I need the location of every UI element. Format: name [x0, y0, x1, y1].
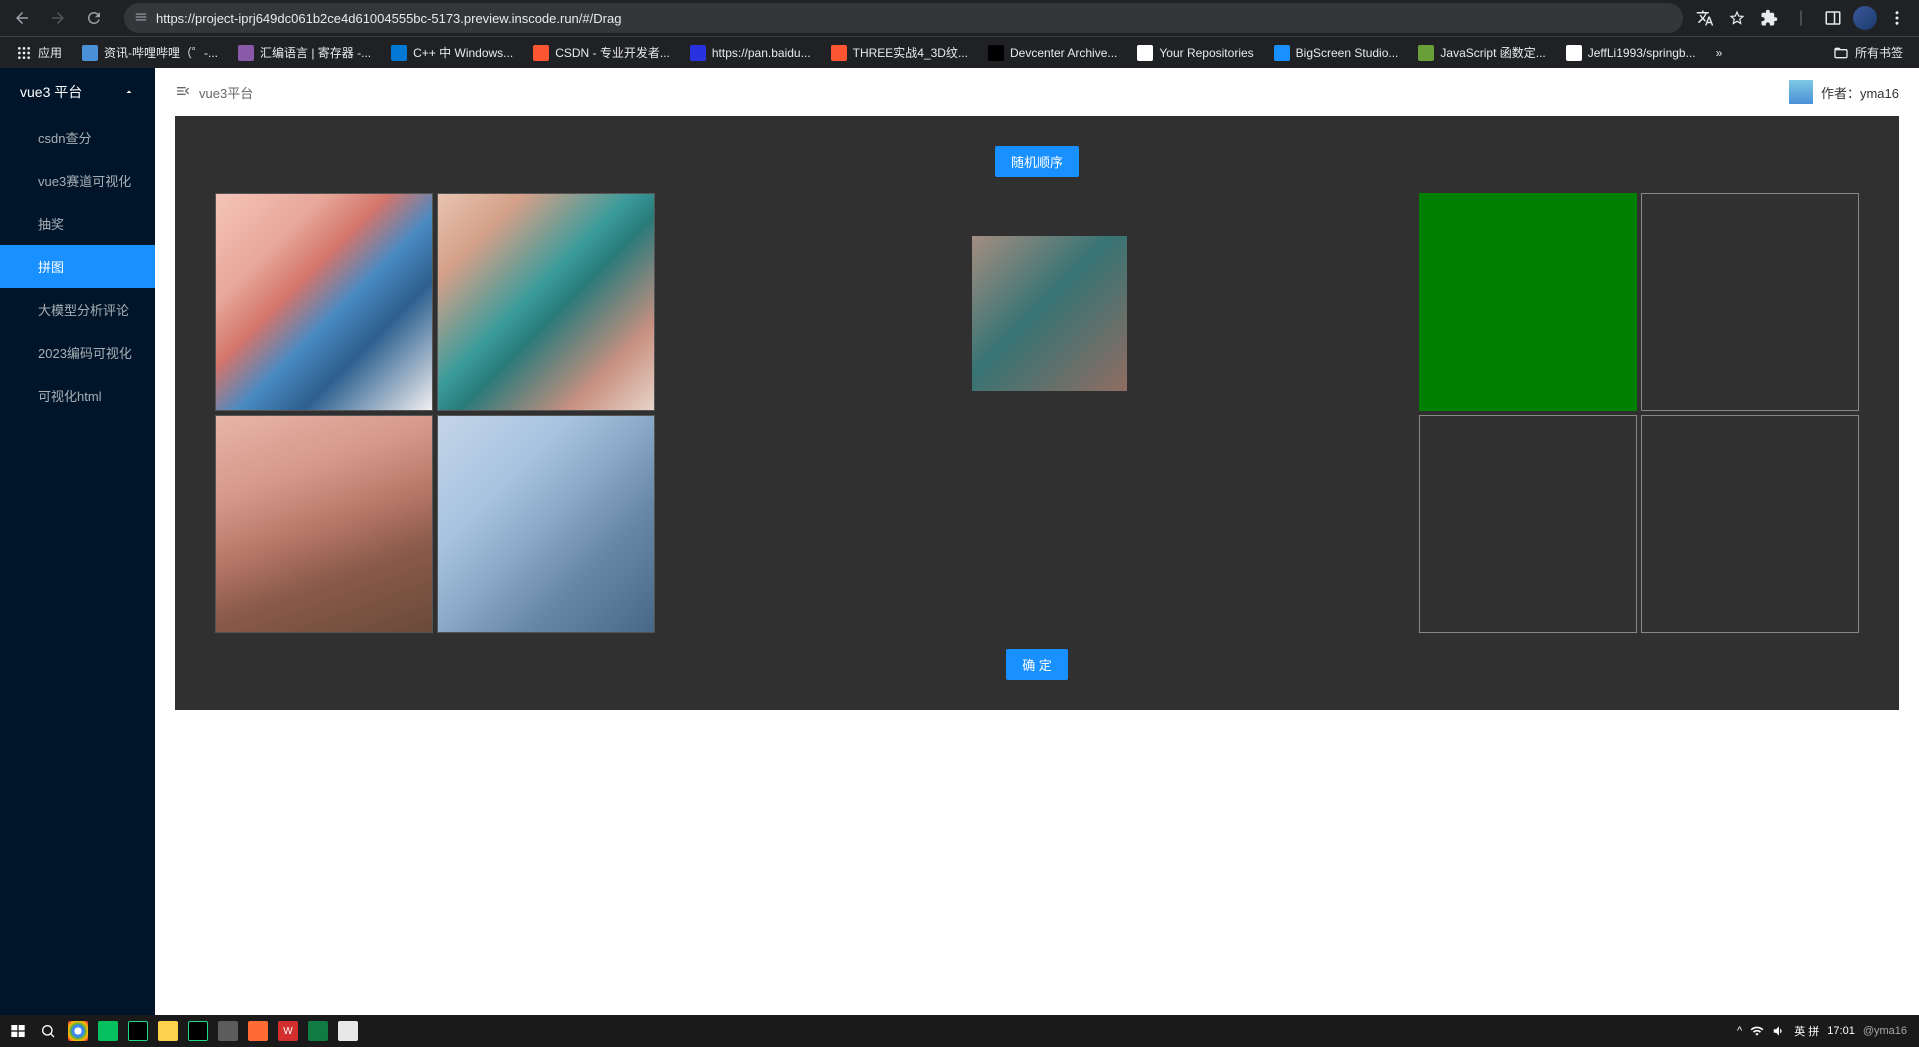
target-drop-zone[interactable] [1419, 415, 1637, 633]
content-area: 随机顺序 确 定 [155, 116, 1919, 1015]
url-text: https://project-iprj649dc061b2ce4d610045… [156, 11, 621, 26]
bookmark-item[interactable]: 资讯-哔哩哔哩（゜-... [74, 40, 226, 65]
bookmark-favicon [533, 45, 549, 61]
nav-back-button[interactable] [8, 4, 36, 32]
start-button[interactable] [4, 1017, 32, 1045]
source-tile[interactable] [437, 415, 655, 633]
profile-avatar[interactable] [1851, 4, 1879, 32]
sidebar-item[interactable]: 拼图 [0, 245, 155, 288]
bookmark-item[interactable]: https://pan.baidu... [682, 40, 819, 65]
sidebar-item[interactable]: 2023编码可视化 [0, 331, 155, 374]
topbar: vue3平台 作者：yma16 [155, 68, 1919, 116]
bookmarks-more[interactable]: » [1708, 42, 1731, 64]
bookmark-favicon [831, 45, 847, 61]
translate-icon[interactable] [1691, 4, 1719, 32]
shuffle-button[interactable]: 随机顺序 [995, 146, 1079, 177]
target-drop-zone[interactable] [1641, 415, 1859, 633]
bookmark-favicon [238, 45, 254, 61]
bookmark-favicon [82, 45, 98, 61]
extensions-icon[interactable] [1755, 4, 1783, 32]
source-tile[interactable] [437, 193, 655, 411]
taskbar-excel[interactable] [304, 1017, 332, 1045]
sidebar-item[interactable]: vue3赛道可视化 [0, 159, 155, 202]
browser-menu-icon[interactable] [1883, 4, 1911, 32]
source-tile[interactable] [215, 415, 433, 633]
source-tile[interactable] [215, 193, 433, 411]
sidebar: vue3 平台 csdn查分vue3赛道可视化抽奖拼图大模型分析评论2023编码… [0, 68, 155, 1015]
bookmark-item[interactable]: C++ 中 Windows... [383, 40, 521, 65]
bookmark-item[interactable]: Your Repositories [1129, 40, 1261, 65]
breadcrumb: vue3平台 [175, 83, 253, 102]
taskbar-chrome[interactable] [64, 1017, 92, 1045]
taskbar-explorer[interactable] [154, 1017, 182, 1045]
nav-reload-button[interactable] [80, 4, 108, 32]
search-button[interactable] [34, 1017, 62, 1045]
taskbar-pycharm[interactable] [184, 1017, 212, 1045]
bookmark-favicon [391, 45, 407, 61]
bookmark-favicon [988, 45, 1004, 61]
sidebar-item[interactable]: 抽奖 [0, 202, 155, 245]
network-icon[interactable] [1750, 1024, 1764, 1038]
bookmark-favicon [1566, 45, 1582, 61]
bookmark-favicon [1418, 45, 1434, 61]
breadcrumb-text: vue3平台 [199, 83, 253, 102]
chevron-up-icon [123, 86, 135, 98]
author-info: 作者：yma16 [1789, 80, 1899, 104]
taskbar-wechat[interactable] [94, 1017, 122, 1045]
taskbar-app1[interactable] [214, 1017, 242, 1045]
source-grid [215, 193, 655, 633]
sidebar-item[interactable]: 可视化html [0, 374, 155, 417]
bookmark-item[interactable]: THREE实战4_3D纹... [823, 40, 976, 65]
bookmark-item[interactable]: JavaScript 函数定... [1410, 40, 1553, 65]
puzzle-game-area: 随机顺序 确 定 [175, 116, 1899, 710]
taskbar-time[interactable]: 17:01 [1827, 1025, 1855, 1037]
target-drop-zone[interactable] [1419, 193, 1637, 411]
taskbar-tip: @yma16 [1863, 1025, 1907, 1037]
apps-shortcut[interactable]: 应用 [8, 40, 70, 65]
app-container: vue3 平台 csdn查分vue3赛道可视化抽奖拼图大模型分析评论2023编码… [0, 68, 1919, 1015]
target-grid [1419, 193, 1859, 633]
chrome-actions: | [1691, 4, 1911, 32]
divider-icon: | [1787, 4, 1815, 32]
taskbar-wps[interactable]: W [274, 1017, 302, 1045]
dragging-tile[interactable] [972, 236, 1127, 391]
ime-indicator[interactable]: 英 拼 [1794, 1023, 1819, 1039]
bookmark-item[interactable]: CSDN - 专业开发者... [525, 40, 678, 65]
collapse-menu-icon[interactable] [175, 83, 191, 102]
secure-icon [134, 10, 148, 27]
volume-icon[interactable] [1772, 1024, 1786, 1038]
puzzle-container [195, 193, 1879, 633]
sidebar-header[interactable]: vue3 平台 [0, 68, 155, 116]
main-content: vue3平台 作者：yma16 随机顺序 确 定 [155, 68, 1919, 1015]
bookmark-favicon [1274, 45, 1290, 61]
bookmarks-bar: 应用 资讯-哔哩哔哩（゜-...汇编语言 | 寄存器 -...C++ 中 Win… [0, 36, 1919, 68]
bookmark-star-icon[interactable] [1723, 4, 1751, 32]
tray-expand-icon[interactable]: ^ [1737, 1025, 1742, 1037]
bookmark-item[interactable]: JeffLi1993/springb... [1558, 40, 1704, 65]
target-drop-zone[interactable] [1641, 193, 1859, 411]
sidepanel-icon[interactable] [1819, 4, 1847, 32]
bookmark-item[interactable]: Devcenter Archive... [980, 40, 1125, 65]
author-avatar[interactable] [1789, 80, 1813, 104]
sidebar-item[interactable]: csdn查分 [0, 116, 155, 159]
taskbar-app2[interactable] [244, 1017, 272, 1045]
bookmark-favicon [1137, 45, 1153, 61]
browser-chrome: https://project-iprj649dc061b2ce4d610045… [0, 0, 1919, 36]
all-bookmarks[interactable]: 所有书签 [1825, 40, 1911, 65]
author-label: 作者：yma16 [1821, 83, 1899, 102]
system-tray[interactable]: ^ 英 拼 17:01 @yma16 [1737, 1023, 1915, 1039]
taskbar-webstorm[interactable] [124, 1017, 152, 1045]
sidebar-item[interactable]: 大模型分析评论 [0, 288, 155, 331]
bookmark-favicon [690, 45, 706, 61]
taskbar-app3[interactable] [334, 1017, 362, 1045]
confirm-button[interactable]: 确 定 [1006, 649, 1068, 680]
url-bar[interactable]: https://project-iprj649dc061b2ce4d610045… [124, 3, 1683, 33]
bookmark-item[interactable]: BigScreen Studio... [1266, 40, 1407, 65]
windows-taskbar: W ^ 英 拼 17:01 @yma16 [0, 1015, 1919, 1047]
bookmark-item[interactable]: 汇编语言 | 寄存器 -... [230, 40, 379, 65]
nav-forward-button[interactable] [44, 4, 72, 32]
